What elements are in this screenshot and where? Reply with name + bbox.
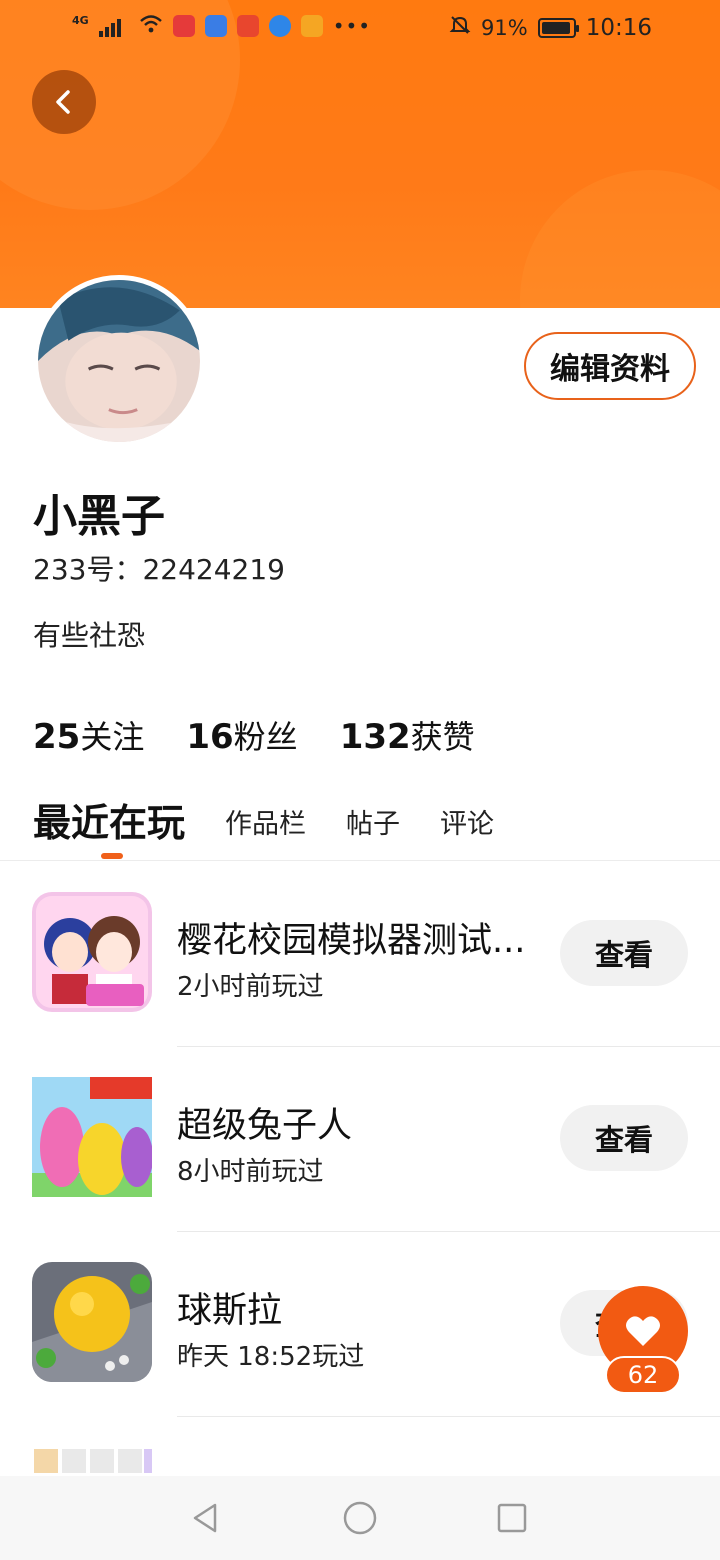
tab-works[interactable]: 作品栏	[225, 802, 306, 847]
recently-played-list: 樱花校园模拟器测试... 2小时前玩过 查看 超级兔子人 8小时前玩过 查看 球…	[0, 862, 720, 1560]
list-item[interactable]: 樱花校园模拟器测试... 2小时前玩过 查看	[0, 862, 720, 1047]
view-button[interactable]: 查看	[560, 1105, 688, 1171]
nav-home-button[interactable]	[336, 1494, 384, 1542]
avatar[interactable]	[33, 275, 205, 447]
played-time: 2小时前玩过	[177, 972, 324, 1002]
tab-recently-played[interactable]: 最近在玩	[33, 792, 185, 847]
ball-game-thumb	[32, 1262, 152, 1382]
edit-profile-button[interactable]: 编辑资料	[524, 332, 696, 400]
game-title: 球斯拉	[177, 1291, 283, 1331]
back-button[interactable]	[32, 70, 96, 134]
profile-name: 小黑子	[33, 491, 165, 542]
stat-value: 25	[33, 717, 81, 757]
divider	[0, 860, 720, 861]
list-item[interactable]: 超级兔子人 8小时前玩过 查看	[0, 1047, 720, 1232]
profile-stats: 25关注 16粉丝 132获赞	[33, 712, 475, 758]
stat-value: 16	[186, 717, 234, 757]
battery-percent: 91%	[481, 15, 528, 40]
stat-label: 粉丝	[233, 718, 298, 756]
signal-icon	[98, 15, 129, 37]
stat-likes[interactable]: 132获赞	[340, 712, 475, 758]
super-bunny-thumb	[32, 1077, 152, 1197]
system-navigation-bar	[0, 1476, 720, 1560]
triangle-back-icon	[193, 1503, 217, 1533]
battery-icon	[537, 17, 579, 38]
tab-posts[interactable]: 帖子	[346, 802, 400, 847]
active-tab-indicator	[101, 853, 123, 859]
stat-following[interactable]: 25关注	[33, 712, 144, 758]
profile-bio: 有些社恐	[33, 619, 146, 652]
played-time: 昨天 18:52玩过	[177, 1342, 365, 1372]
stat-followers[interactable]: 16粉丝	[186, 712, 297, 758]
view-button[interactable]: 查看	[560, 920, 688, 986]
clock: 10:16	[585, 14, 652, 41]
circle-home-icon	[343, 1501, 377, 1535]
music-icon	[204, 15, 227, 37]
nav-back-button[interactable]	[182, 1494, 230, 1542]
square-recents-icon	[497, 1503, 527, 1533]
app-icon	[300, 15, 323, 37]
like-count-badge: 62	[605, 1356, 681, 1394]
heart-icon	[626, 1316, 660, 1346]
banner-decoration	[520, 170, 720, 308]
more-icon: •••	[332, 14, 372, 38]
game-title: 超级兔子人	[177, 1106, 353, 1146]
browser-icon	[268, 15, 291, 37]
stat-value: 132	[339, 717, 411, 757]
game-title: 樱花校园模拟器测试...	[177, 921, 526, 961]
stat-label: 关注	[80, 718, 145, 756]
avatar-image	[38, 280, 200, 442]
played-time: 8小时前玩过	[177, 1157, 324, 1187]
wifi-icon	[139, 14, 163, 38]
mute-icon	[449, 14, 471, 41]
profile-id: 233号：22424219	[33, 553, 285, 586]
profile-tabs: 最近在玩 作品栏 帖子 评论	[33, 792, 494, 847]
app-notification-icon	[172, 15, 195, 37]
nav-recents-button[interactable]	[488, 1494, 536, 1542]
tab-comments[interactable]: 评论	[440, 802, 494, 847]
chevron-left-icon	[56, 90, 70, 114]
network-type: 4G	[72, 13, 89, 27]
stat-label: 获赞	[410, 718, 475, 756]
app-icon	[236, 15, 259, 37]
status-bar: 4G ••• 91% 10:16	[0, 0, 720, 56]
sakura-school-thumb	[32, 892, 152, 1012]
